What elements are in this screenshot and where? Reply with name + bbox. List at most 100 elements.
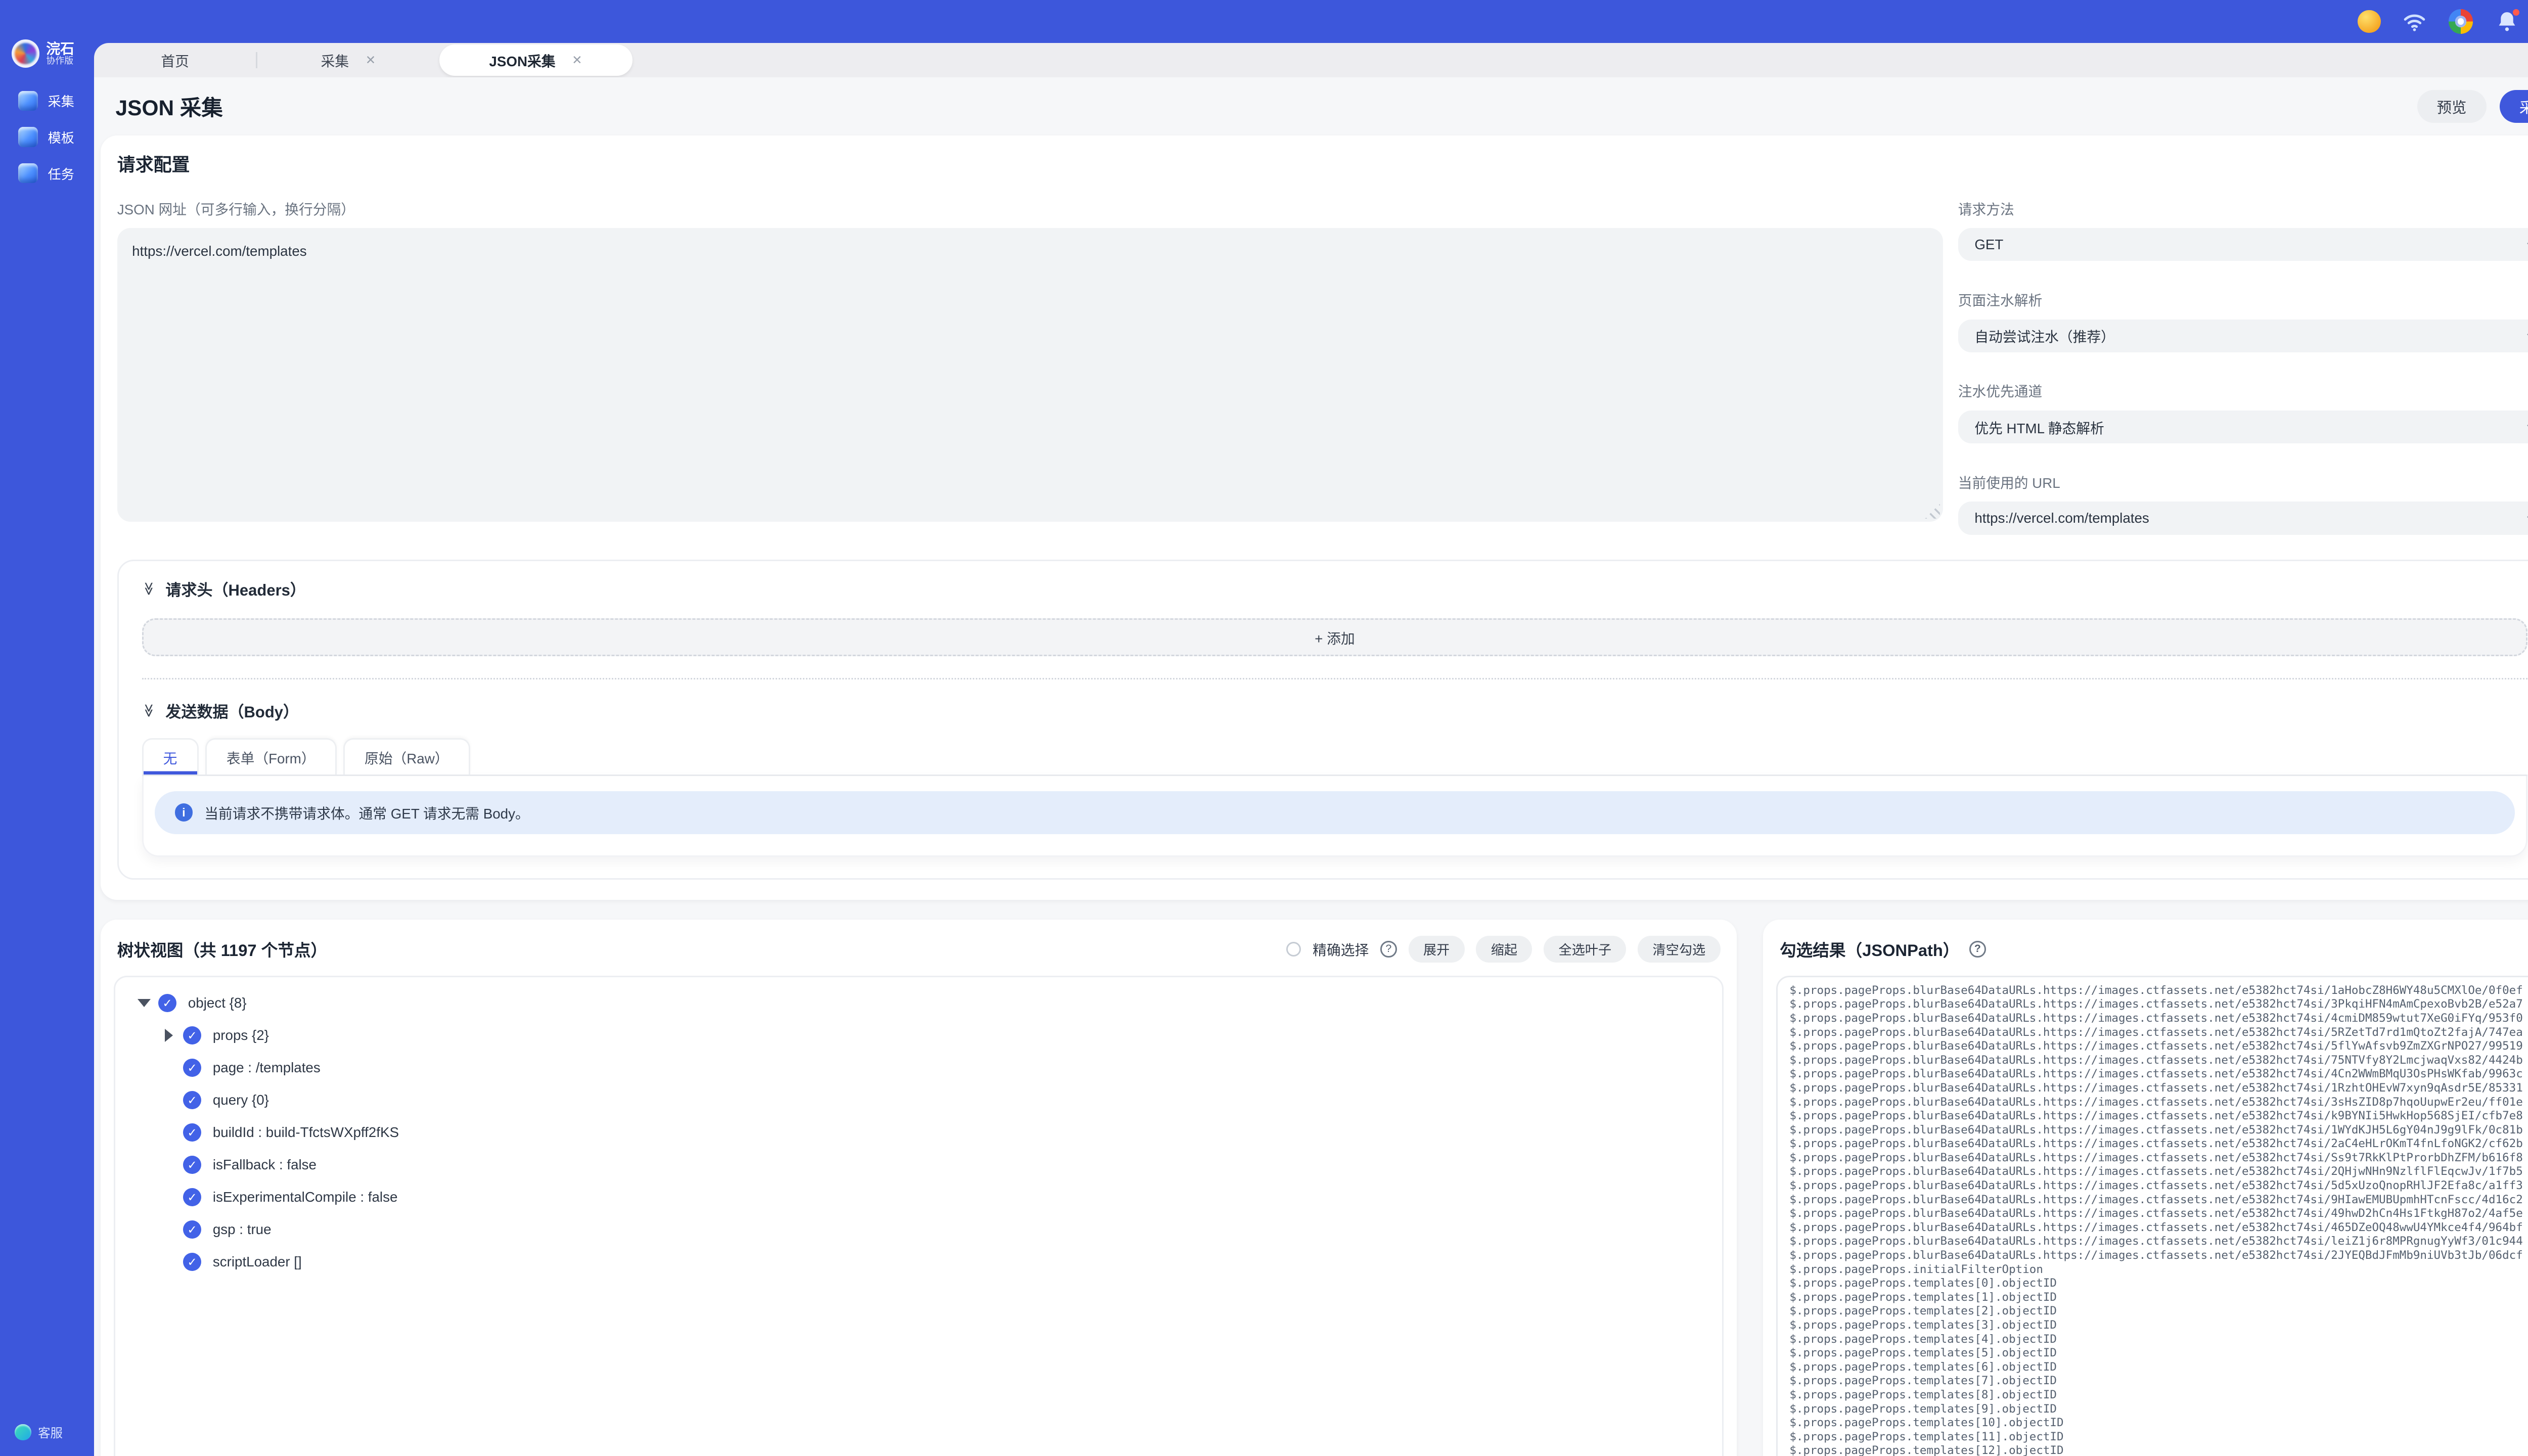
info-icon: i <box>175 803 193 822</box>
preview-button[interactable]: 预览 <box>2417 90 2487 123</box>
template-icon <box>18 127 38 147</box>
node-checkbox[interactable]: ✓ <box>183 1156 201 1174</box>
jsonpath-line: $.props.pageProps.blurBase64DataURLs.htt… <box>1789 1054 2528 1068</box>
add-header-button[interactable]: + 添加 <box>142 618 2528 656</box>
expand-button[interactable]: 展开 <box>1409 936 1465 962</box>
tree-node[interactable]: ✓gsp : true <box>115 1213 1722 1246</box>
close-tab-icon[interactable]: ✕ <box>366 53 376 68</box>
current-url-value: https://vercel.com/templates <box>1974 510 2149 526</box>
node-label: props {2} <box>213 1027 269 1043</box>
json-url-input[interactable]: https://vercel.com/templates <box>117 228 1944 522</box>
browser-icon[interactable] <box>2449 9 2473 34</box>
app-window: 浣石 协作版 采集模板任务 客服 首页采集✕JSON采集✕ JSON 采集 预览… <box>0 0 2528 1456</box>
jsonpath-line: $.props.pageProps.blurBase64DataURLs.htt… <box>1789 984 2528 998</box>
node-checkbox[interactable]: ✓ <box>183 1091 201 1109</box>
jsonpath-line: $.props.pageProps.blurBase64DataURLs.htt… <box>1789 1109 2528 1123</box>
clear-selection-button[interactable]: 清空勾选 <box>1638 936 1720 962</box>
main-content: JSON 采集 预览 采集 请求配置 JSON 网址（可多行输入，换行分隔） h… <box>94 77 2528 1456</box>
close-tab-icon[interactable]: ✕ <box>572 53 582 68</box>
jsonpath-line: $.props.pageProps.blurBase64DataURLs.htt… <box>1789 997 2528 1012</box>
tree-node[interactable]: ✓page : /templates <box>115 1052 1722 1084</box>
sidebar-item-template[interactable]: 模板 <box>0 119 94 155</box>
coin-icon[interactable] <box>2358 10 2381 33</box>
node-checkbox[interactable]: ✓ <box>183 1253 201 1271</box>
network-icon[interactable] <box>2402 9 2427 34</box>
current-url-label: 当前使用的 URL <box>1958 472 2528 492</box>
jsonpath-line: $.props.pageProps.blurBase64DataURLs.htt… <box>1789 1179 2528 1193</box>
precise-select-checkbox[interactable] <box>1286 942 1301 957</box>
node-checkbox[interactable]: ✓ <box>158 994 176 1012</box>
sidebar-item-collect[interactable]: 采集 <box>0 82 94 119</box>
collapse-button[interactable]: 缩起 <box>1476 936 1532 962</box>
body-tab-form[interactable]: 表单（Form） <box>205 738 337 775</box>
logo-icon <box>12 39 40 68</box>
sidebar-item-label: 模板 <box>48 127 74 147</box>
body-tab-none[interactable]: 无 <box>142 738 199 775</box>
node-label: isFallback : false <box>213 1157 317 1173</box>
hydration-select[interactable]: 自动尝试注水（推荐） <box>1958 320 2528 352</box>
help-icon[interactable]: ? <box>1969 941 1986 958</box>
tree-node[interactable]: ✓query {0} <box>115 1084 1722 1116</box>
notification-bell-icon[interactable] <box>2495 9 2519 34</box>
jsonpath-line: $.props.pageProps.templates[11].objectID <box>1789 1430 2528 1444</box>
tree-node[interactable]: ✓scriptLoader [] <box>115 1246 1722 1278</box>
tree-node[interactable]: ✓ object {8} <box>115 987 1722 1019</box>
json-url-area: https://vercel.com/templates <box>117 228 1944 522</box>
sidebar-item-task[interactable]: 任务 <box>0 155 94 192</box>
node-checkbox[interactable]: ✓ <box>183 1220 201 1239</box>
tree-controls: 精确选择 ? 展开缩起全选叶子清空勾选 <box>1286 936 1720 962</box>
collect-button[interactable]: 采集 <box>2500 90 2528 123</box>
tab-collect[interactable]: 采集✕ <box>257 43 439 78</box>
support-button[interactable]: 客服 <box>15 1424 63 1441</box>
sidebar-nav: 采集模板任务 <box>0 82 94 191</box>
node-checkbox[interactable]: ✓ <box>183 1123 201 1142</box>
headers-heading: ≫ 请求头（Headers） <box>142 577 2528 600</box>
support-icon <box>15 1424 31 1441</box>
sidebar-item-label: 采集 <box>48 91 74 110</box>
app-logo: 浣石 协作版 <box>12 39 74 68</box>
tab-label: JSON采集 <box>489 50 555 70</box>
body-tabs: 无表单（Form）原始（Raw） <box>142 738 2528 776</box>
sidebar-item-label: 任务 <box>48 164 74 183</box>
tree-node[interactable]: ✓buildId : build-TfctsWXpff2fKS <box>115 1116 1722 1149</box>
tree-node[interactable]: ✓ props {2} <box>115 1019 1722 1052</box>
precise-select-label: 精确选择 <box>1313 939 1369 959</box>
select-all-leaves-button[interactable]: 全选叶子 <box>1544 936 1626 962</box>
app-subtitle: 协作版 <box>46 56 74 66</box>
tree-box: ✓object {8}✓props {2}✓page : /templates✓… <box>114 976 1724 1456</box>
caret-down-icon[interactable] <box>137 999 152 1007</box>
jsonpath-line: $.props.pageProps.blurBase64DataURLs.htt… <box>1789 1151 2528 1165</box>
notification-badge <box>2513 9 2519 16</box>
priority-select[interactable]: 优先 HTML 静态解析 <box>1958 411 2528 443</box>
jsonpath-line: $.props.pageProps.initialFilterOption <box>1789 1263 2528 1277</box>
tab-bar: 首页采集✕ JSON采集 ✕ <box>94 43 2528 78</box>
headers-body-box: ≫ 请求头（Headers） + 添加 ≫ 发送数据（Body） 无表单（For… <box>117 560 2528 880</box>
jsonpath-code-box[interactable]: $.props.pageProps.blurBase64DataURLs.htt… <box>1776 976 2528 1456</box>
jsonpath-line: $.props.pageProps.blurBase64DataURLs.htt… <box>1789 1039 2528 1054</box>
caret-right-icon[interactable] <box>162 1029 176 1042</box>
body-tab-raw[interactable]: 原始（Raw） <box>343 738 470 775</box>
collapse-chevrons-icon[interactable]: ≫ <box>141 582 157 596</box>
jsonpath-line: $.props.pageProps.blurBase64DataURLs.htt… <box>1789 1067 2528 1081</box>
node-label: object {8} <box>188 995 247 1011</box>
sidebar: 浣石 协作版 采集模板任务 客服 <box>0 0 94 1456</box>
tree-node[interactable]: ✓ isFallback : false <box>115 1149 1722 1181</box>
node-checkbox[interactable]: ✓ <box>183 1059 201 1077</box>
jsonpath-line: $.props.pageProps.templates[1].objectID <box>1789 1291 2528 1305</box>
node-checkbox[interactable]: ✓ <box>183 1188 201 1206</box>
method-select[interactable]: GET <box>1958 228 2528 261</box>
jsonpath-line: $.props.pageProps.templates[2].objectID <box>1789 1304 2528 1318</box>
tab-json-collect[interactable]: JSON采集 ✕ <box>439 44 633 76</box>
node-label: isExperimentalCompile : false <box>213 1189 398 1205</box>
node-checkbox[interactable]: ✓ <box>183 1026 201 1044</box>
tree-node[interactable]: ✓ isExperimentalCompile : false <box>115 1181 1722 1213</box>
tab-home[interactable]: 首页 <box>94 43 256 78</box>
hydration-value: 自动尝试注水（推荐） <box>1974 326 2115 346</box>
collapse-chevrons-icon[interactable]: ≫ <box>141 704 157 717</box>
method-value: GET <box>1974 237 2003 253</box>
body-info-text: 当前请求不携带请求体。通常 GET 请求无需 Body。 <box>204 802 529 823</box>
help-icon[interactable]: ? <box>1380 941 1397 958</box>
current-url-select[interactable]: https://vercel.com/templates <box>1958 502 2528 534</box>
jsonpath-line: $.props.pageProps.templates[4].objectID <box>1789 1333 2528 1347</box>
request-config-heading: 请求配置 <box>117 150 2528 176</box>
